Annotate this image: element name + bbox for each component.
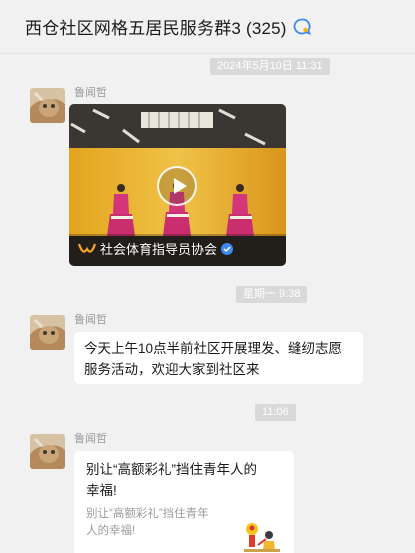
channels-logo-icon <box>78 243 96 253</box>
sender-name: 鲁闻哲 <box>74 433 107 445</box>
timestamp: 2024年5月10日 11:31 <box>210 58 330 75</box>
avatar[interactable] <box>30 315 65 350</box>
text-message-bubble[interactable]: 今天上午10点半前社区开展理发、缝纫志愿 服务活动，欢迎大家到社区来 <box>74 332 363 384</box>
avatar[interactable] <box>30 434 65 469</box>
card-desc-line: 别让“高额彩礼”挡住青年 <box>86 508 209 520</box>
card-description: 别让“高额彩礼”挡住青年 人的幸福! <box>86 506 256 540</box>
message-text-line: 今天上午10点半前社区开展理发、缝纫志愿 <box>84 341 343 356</box>
group-title[interactable]: 西仓社区网格五居民服务群3 (325) <box>25 14 287 39</box>
play-button[interactable] <box>157 166 197 206</box>
video-channel-name: 社会体育指导员协会 <box>100 242 218 257</box>
sender-name: 鲁闻哲 <box>74 87 107 99</box>
video-message[interactable]: 社会体育指导员协会 <box>69 104 286 266</box>
card-desc-line: 人的幸福! <box>86 525 136 537</box>
card-title-line: 别让“高额彩礼”挡住青年人的 <box>86 462 257 477</box>
video-caption: 社会体育指导员协会 <box>78 239 234 258</box>
timestamp: 星期一 9:38 <box>236 286 308 303</box>
chat-bubble-icon[interactable] <box>292 17 312 37</box>
card-thumbnail-image <box>240 509 284 553</box>
sender-name: 鲁闻哲 <box>74 314 107 326</box>
avatar[interactable] <box>30 88 65 123</box>
message-text-line: 服务活动，欢迎大家到社区来 <box>84 362 260 377</box>
chat-header: 西仓社区网格五居民服务群3 (325) <box>0 0 415 54</box>
card-title-line: 幸福! <box>86 483 117 498</box>
verified-badge-icon <box>221 242 234 255</box>
link-card[interactable]: 别让“高额彩礼”挡住青年人的 幸福! 别让“高额彩礼”挡住青年 人的幸福! <box>74 451 294 553</box>
play-icon <box>174 178 187 194</box>
timestamp: 11:06 <box>255 404 296 421</box>
